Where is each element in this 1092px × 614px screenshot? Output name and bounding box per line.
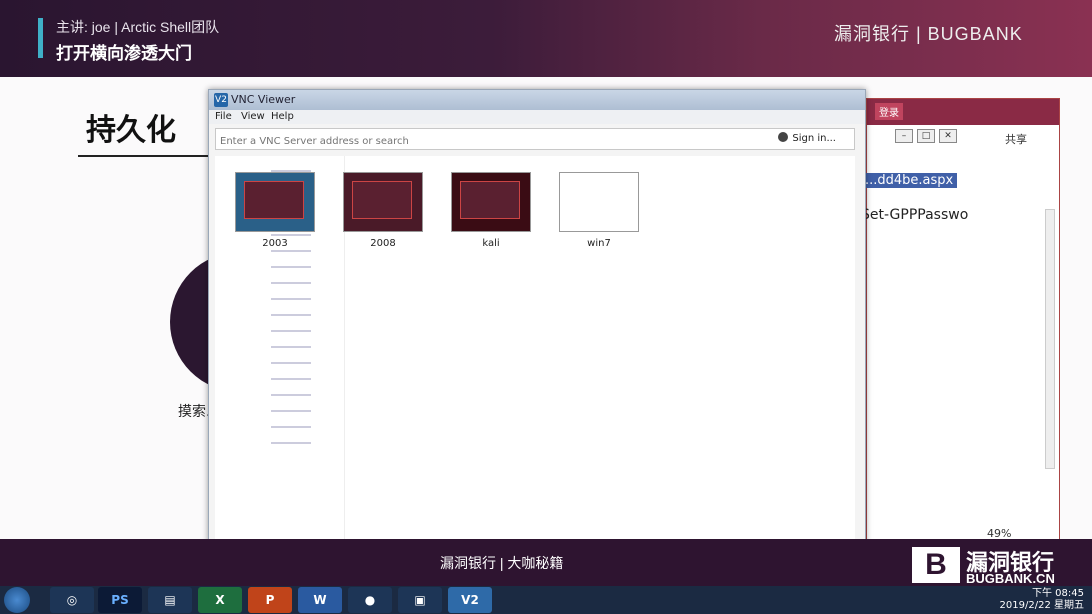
menu-bar: File View Help [209,110,865,124]
footer-brand: 漏洞银行 | 大咖秘籍 [440,555,564,571]
browser-taskbar-button[interactable]: ◎ [50,587,94,613]
clock-time: 下午 08:45 [1032,588,1084,599]
powerpoint-taskbar-button[interactable]: P [248,587,292,613]
connection-thumbnail [343,172,423,232]
start-button[interactable] [4,587,30,613]
footer-url: BUGBANK.CN [966,571,1055,586]
accent-bar [38,18,43,58]
user-icon [778,132,789,142]
topic-title: 打开横向渗透大门 [56,44,192,63]
connections-pane: 2003 2008 kali win7 [215,156,855,540]
connection-name: 2008 [370,238,396,249]
connection-name: win7 [587,238,611,249]
minimize-button[interactable]: – [895,129,913,143]
clock-date: 2019/2/22 星期五 [999,600,1084,611]
sign-in-label: Sign in... [792,133,836,144]
menu-file[interactable]: File [215,111,232,122]
system-tray-clock[interactable]: 下午 08:45 2019/2/22 星期五 [954,588,1084,612]
window-title: VNC Viewer [231,93,296,106]
connection-thumbnail [235,172,315,232]
connection-name: kali [482,238,500,249]
address-search-bar: Sign in... [215,128,855,151]
title-underline [78,155,218,157]
connection-tile-2008[interactable]: 2008 [343,172,423,249]
address-search-input[interactable] [220,132,640,151]
excel-taskbar-button[interactable]: X [198,587,242,613]
selected-link[interactable]: ...dd4be.aspx [861,173,958,188]
brand-text: 漏洞银行 | BUGBANK [834,24,1023,44]
close-button[interactable]: ✕ [939,129,957,143]
login-tag[interactable]: 登录 [875,103,903,120]
maximize-button[interactable]: □ [917,129,935,143]
menu-view[interactable]: View [241,111,265,122]
bugbank-logo-icon: B [912,547,960,583]
word-taskbar-button[interactable]: W [298,587,342,613]
sign-in-button[interactable]: Sign in... [778,132,836,144]
presentation-header: 主讲: joe | Arctic Shell团队 打开横向渗透大门 漏洞银行 |… [0,0,1092,77]
vnc-viewer-window[interactable]: V2 VNC Viewer File View Help Sign in... … [208,89,866,551]
connection-grid: 2003 2008 kali win7 [235,172,639,249]
app-taskbar-button[interactable]: ● [348,587,392,613]
share-button[interactable]: 共享 [1005,131,1027,147]
document-window[interactable]: 登录 – □ ✕ 共享 ...dd4be.aspx Set-GPPPasswo … [861,98,1060,546]
connection-thumbnail [451,172,531,232]
document-text: Set-GPPPasswo [861,207,969,223]
presenter-label: 主讲: joe | Arctic Shell团队 [56,19,220,35]
title-bar[interactable]: V2 VNC Viewer [209,90,865,110]
connection-thumbnail [559,172,639,232]
scrollbar[interactable] [1045,209,1055,469]
menu-help[interactable]: Help [271,111,294,122]
window-controls: – □ ✕ [867,129,979,147]
presentation-footer: 漏洞银行 | 大咖秘籍 B 漏洞银行 BUGBANK.CN [0,539,1092,586]
document-ribbon: 登录 [867,99,1059,125]
connection-name: 2003 [262,238,288,249]
connection-tile-2003[interactable]: 2003 [235,172,315,249]
connection-tile-win7[interactable]: win7 [559,172,639,249]
vnc-taskbar-button[interactable]: V2 [448,587,492,613]
slide-title: 持久化 [86,114,176,147]
photoshop-taskbar-button[interactable]: PS [98,587,142,613]
app2-taskbar-button[interactable]: ▣ [398,587,442,613]
windows-taskbar: ◎ PS ▤ X P W ● ▣ V2 下午 08:45 2019/2/22 星… [0,586,1092,614]
vnc-app-icon: V2 [214,93,228,107]
connection-tile-kali[interactable]: kali [451,172,531,249]
folder-taskbar-button[interactable]: ▤ [148,587,192,613]
